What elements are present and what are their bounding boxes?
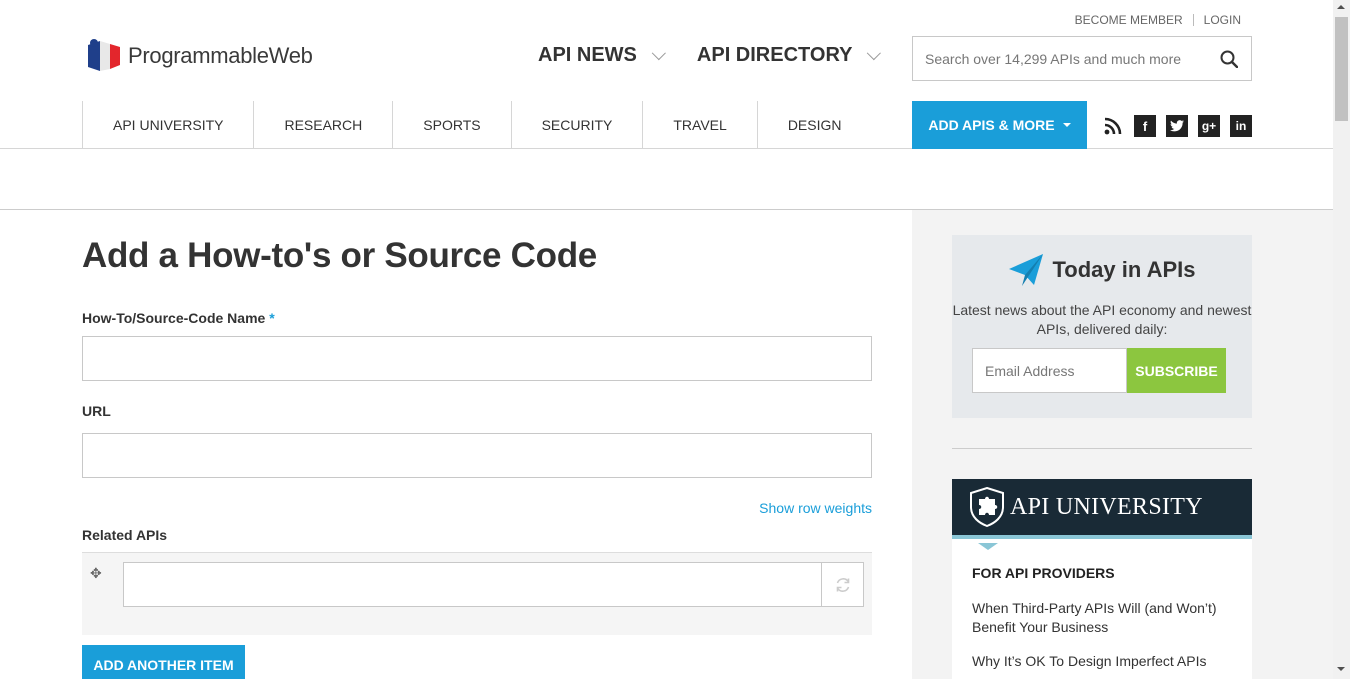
api-university-title: API UNIVERSITY [1010, 493, 1203, 520]
autocomplete-throbber[interactable] [821, 562, 864, 607]
paper-plane-icon [1009, 254, 1044, 286]
login-link[interactable]: LOGIN [1204, 13, 1241, 27]
scroll-down-icon[interactable] [1337, 667, 1345, 671]
search-input[interactable] [913, 37, 1207, 80]
scroll-up-icon[interactable] [1337, 5, 1345, 9]
url-input[interactable] [82, 433, 872, 478]
add-another-item-button[interactable]: ADD ANOTHER ITEM [82, 645, 245, 679]
divider [952, 448, 1252, 449]
social-links: f g+ in [1102, 115, 1262, 137]
name-field-label: How-To/Source-Code Name * [82, 310, 275, 326]
nav-label: API NEWS [538, 44, 637, 66]
logo-text: ProgrammableWeb [128, 43, 313, 68]
show-row-weights-link[interactable]: Show row weights [82, 500, 872, 516]
subnav-item-travel[interactable]: TRAVEL [642, 101, 756, 148]
page-title: Add a How-to's or Source Code [82, 236, 597, 275]
nav-label: API DIRECTORY [696, 44, 853, 66]
divider [1192, 14, 1194, 26]
email-input[interactable] [972, 348, 1127, 393]
subnav-item-research[interactable]: RESEARCH [253, 101, 392, 148]
subnav-item-api-university[interactable]: API UNIVERSITY [82, 101, 253, 148]
chevron-down-icon [651, 45, 666, 60]
sub-nav: API UNIVERSITY RESEARCH SPORTS SECURITY … [0, 101, 1333, 149]
become-member-link[interactable]: BECOME MEMBER [1075, 13, 1183, 27]
logo[interactable]: ProgrammableWeb [82, 35, 313, 77]
site-header: ProgrammableWeb BECOME MEMBER LOGIN API … [0, 0, 1333, 102]
chevron-down-icon [867, 45, 882, 60]
api-university-box: API UNIVERSITY FOR API PROVIDERS When Th… [952, 479, 1252, 679]
add-apis-button[interactable]: ADD APIS & MORE [912, 101, 1087, 149]
sidebar: Today in APIs Latest news about the API … [912, 210, 1333, 679]
subnav-item-sports[interactable]: SPORTS [392, 101, 510, 148]
api-university-subheading: FOR API PROVIDERS [972, 565, 1115, 581]
main-content: Add a How-to's or Source Code How-To/Sou… [82, 210, 872, 679]
today-header: Today in APIs [952, 253, 1252, 287]
google-plus-icon[interactable]: g+ [1198, 115, 1220, 137]
subnav-item-security[interactable]: SECURITY [510, 101, 643, 148]
category-menu: API UNIVERSITY RESEARCH SPORTS SECURITY … [82, 101, 872, 148]
url-field-group: URL [82, 403, 872, 478]
search-box [912, 36, 1252, 81]
main-nav: API NEWS API DIRECTORY [538, 44, 912, 67]
today-in-apis-box: Today in APIs Latest news about the API … [952, 235, 1252, 418]
shield-puzzle-icon [970, 487, 1004, 527]
name-field-group: How-To/Source-Code Name * [82, 310, 872, 381]
url-field-label: URL [82, 403, 111, 419]
pointer-arrow [978, 543, 998, 550]
search-icon [1220, 50, 1238, 68]
today-description: Latest news about the API economy and ne… [952, 302, 1252, 337]
name-label-text: How-To/Source-Code Name [82, 310, 266, 326]
name-input[interactable] [82, 336, 872, 381]
nav-api-directory[interactable]: API DIRECTORY [696, 44, 882, 67]
rss-icon[interactable] [1102, 115, 1124, 137]
scroll-thumb[interactable] [1335, 17, 1348, 121]
add-apis-label: ADD APIS & MORE [928, 117, 1055, 133]
logo-icon [82, 35, 124, 77]
subnav-item-design[interactable]: DESIGN [756, 101, 872, 148]
page-scrollbar[interactable] [1333, 0, 1350, 679]
related-api-input[interactable] [123, 562, 823, 607]
related-apis-row: ✥ [82, 552, 872, 635]
api-university-header[interactable]: API UNIVERSITY [952, 479, 1252, 539]
twitter-icon[interactable] [1166, 115, 1188, 137]
nav-api-news[interactable]: API NEWS [538, 44, 666, 67]
article-link[interactable]: When Third-Party APIs Will (and Won’t) B… [972, 599, 1237, 637]
drag-handle-icon[interactable]: ✥ [90, 565, 102, 582]
refresh-icon [836, 577, 849, 592]
top-links: BECOME MEMBER LOGIN [1075, 13, 1241, 27]
related-apis-group: Related APIs ✥ [82, 527, 872, 635]
caret-down-icon [1062, 123, 1071, 127]
facebook-icon[interactable]: f [1134, 115, 1156, 137]
linkedin-icon[interactable]: in [1230, 115, 1252, 137]
related-apis-label: Related APIs [82, 527, 168, 543]
required-mark: * [269, 310, 275, 326]
today-title: Today in APIs [1052, 257, 1196, 282]
subscribe-button[interactable]: SUBSCRIBE [1127, 348, 1226, 393]
article-link[interactable]: Why It’s OK To Design Imperfect APIs [972, 652, 1237, 671]
search-button[interactable] [1207, 37, 1251, 80]
